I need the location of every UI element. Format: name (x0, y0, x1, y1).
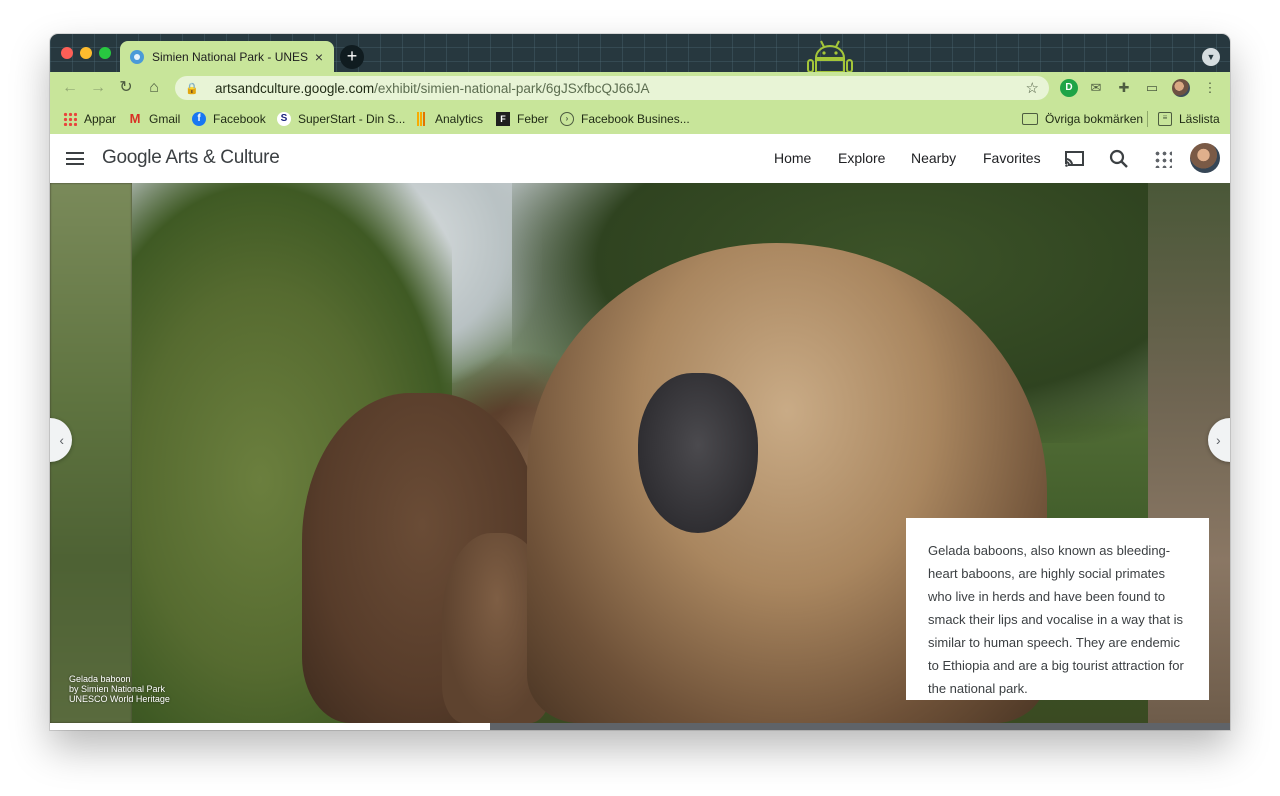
description-text: Gelada baboons, also known as bleeding-h… (928, 543, 1184, 696)
bookmark-facebook-business[interactable]: › Facebook Busines... (560, 104, 690, 134)
url-host: artsandculture.google.com (215, 80, 375, 96)
nav-favorites[interactable]: Favorites (983, 150, 1041, 166)
search-icon[interactable] (1108, 148, 1130, 170)
close-window-button[interactable] (61, 47, 73, 59)
bookmark-analytics[interactable]: Analytics (414, 104, 483, 134)
tab-strip: Simien National Park - UNESCO × + ▼ (50, 34, 1230, 72)
reading-list-icon: ≡ (1158, 112, 1172, 126)
extension-green-icon[interactable]: D (1060, 79, 1078, 97)
bookmark-gmail[interactable]: M Gmail (128, 104, 181, 134)
exhibit-slide: ‹ › Gelada baboon by Simien National Par… (50, 183, 1230, 730)
bookmarks-divider (1147, 111, 1148, 127)
user-avatar[interactable] (1190, 143, 1220, 173)
home-icon[interactable]: ⌂ (144, 78, 164, 98)
tab-title: Simien National Park - UNESCO (152, 49, 308, 64)
caption-title: Gelada baboon (69, 674, 131, 684)
browser-window: Simien National Park - UNESCO × + ▼ ← → … (50, 34, 1230, 730)
bookmark-label: Gmail (149, 112, 181, 126)
cast-icon[interactable]: ▭ (1143, 79, 1161, 97)
lock-icon: 🔒 (185, 82, 199, 95)
google-arts-culture-logo[interactable]: Google Arts & Culture (102, 147, 280, 169)
bookmark-appar[interactable]: Appar (63, 104, 116, 134)
nav-nearby[interactable]: Nearby (911, 150, 956, 166)
tab-search-icon[interactable]: ▼ (1202, 48, 1220, 66)
bookmarks-bar: Appar M Gmail f Facebook S SuperStart - … (50, 104, 1230, 135)
profile-avatar-icon[interactable] (1172, 79, 1190, 97)
reading-list-label: Läslista (1179, 112, 1220, 126)
bookmark-label: Analytics (435, 112, 484, 126)
nav-home[interactable]: Home (774, 150, 811, 166)
cast-icon[interactable] (1063, 148, 1085, 170)
bookmark-label: Facebook (213, 112, 266, 126)
bookmark-label: Feber (517, 112, 549, 126)
address-bar[interactable]: 🔒 artsandculture.google.com/exhibit/simi… (175, 76, 1049, 100)
bookmark-label: Övriga bokmärken (1045, 112, 1144, 126)
apps-grid-icon (63, 112, 77, 126)
slide-progress-bar (50, 723, 1230, 730)
nav-explore[interactable]: Explore (838, 150, 885, 166)
new-tab-button[interactable]: + (340, 45, 364, 69)
reload-icon[interactable]: ↻ (116, 78, 136, 98)
extensions-puzzle-icon[interactable]: ✚ (1115, 79, 1133, 97)
feber-icon: F (496, 112, 510, 126)
url-path: /exhibit/simien-national-park/6gJSxfbcQJ… (374, 80, 650, 96)
slide-progress-fill (50, 723, 491, 730)
facebook-business-icon: › (560, 112, 574, 126)
hamburger-menu-icon[interactable] (66, 152, 84, 165)
folder-icon (1022, 113, 1038, 125)
google-apps-icon[interactable] (1154, 150, 1172, 168)
minimize-window-button[interactable] (80, 47, 92, 59)
mail-extension-icon[interactable]: ✉ (1087, 79, 1105, 97)
url-text: artsandculture.google.com/exhibit/simien… (215, 81, 649, 96)
reading-list-button[interactable]: ≡ Läslista (1158, 104, 1220, 134)
forward-arrow-icon[interactable]: → (88, 78, 108, 98)
bookmark-label: Appar (84, 112, 117, 126)
site-header: Google Arts & Culture Home Explore Nearb… (50, 134, 1230, 184)
bookmark-other-folder[interactable]: Övriga bokmärken (1022, 104, 1143, 134)
android-theme-icon (807, 40, 853, 72)
gmail-icon: M (129, 111, 141, 126)
back-arrow-icon[interactable]: ← (60, 78, 80, 98)
maximize-window-button[interactable] (99, 47, 111, 59)
facebook-icon: f (192, 112, 206, 126)
browser-toolbar: ← → ↻ ⌂ 🔒 artsandculture.google.com/exhi… (50, 72, 1230, 104)
photo-caption: Gelada baboon by Simien National Park UN… (69, 674, 170, 704)
unesco-favicon-icon (130, 49, 144, 64)
description-card: Gelada baboons, also known as bleeding-h… (906, 518, 1209, 700)
bookmark-superstart[interactable]: S SuperStart - Din S... (277, 104, 405, 134)
bookmark-label: Facebook Busines... (581, 112, 690, 126)
bookmark-label: SuperStart - Din S... (298, 112, 406, 126)
superstart-icon: S (277, 112, 291, 126)
bookmark-star-icon[interactable]: ☆ (1026, 79, 1039, 97)
analytics-icon (414, 112, 428, 126)
bookmark-facebook[interactable]: f Facebook (192, 104, 266, 134)
caption-author: by Simien National Park (69, 684, 166, 694)
tab-close-icon[interactable]: × (312, 49, 326, 65)
kebab-menu-icon[interactable]: ⋮ (1201, 79, 1219, 97)
caption-source: UNESCO World Heritage (69, 694, 170, 704)
bookmark-feber[interactable]: F Feber (496, 104, 548, 134)
browser-tab-active[interactable]: Simien National Park - UNESCO × (120, 41, 334, 72)
